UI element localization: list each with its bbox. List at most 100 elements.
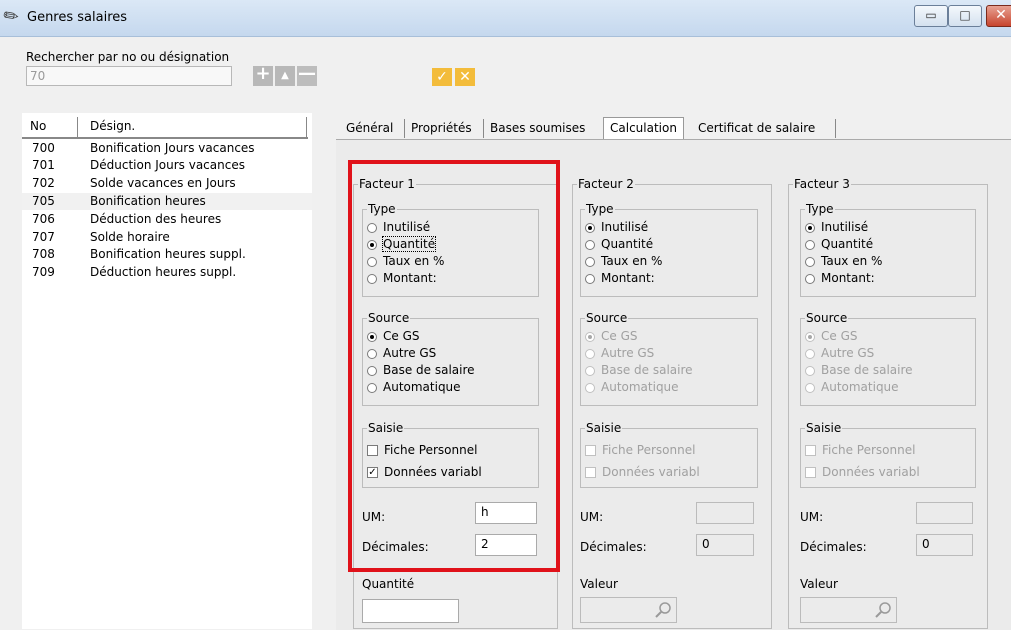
radio-icon [805, 365, 815, 376]
remove-button[interactable]: — [297, 63, 317, 86]
header-divider[interactable] [306, 117, 307, 137]
radio-icon [585, 382, 595, 393]
list-item[interactable]: 706 Déduction des heures [22, 211, 312, 228]
radio-base-salaire[interactable]: Base de salaire [805, 363, 913, 379]
triangle-up-icon: ▲ [281, 70, 289, 81]
radio-taux[interactable]: Taux en % [805, 254, 882, 270]
maximize-button[interactable]: □ [948, 5, 982, 27]
checkmark-icon: ✓ [436, 69, 448, 85]
item-no: 701 [32, 158, 55, 172]
decimales-label: Décimales: [800, 540, 867, 554]
group-title: Source [585, 311, 629, 325]
list-item[interactable]: 709 Déduction heures suppl. [22, 264, 312, 281]
item-no: 702 [32, 176, 55, 190]
tab-calculation[interactable]: Calculation [603, 117, 684, 139]
radio-quantite[interactable]: Quantité [805, 237, 873, 253]
radio-automatique[interactable]: Automatique [585, 380, 679, 396]
decimales-field[interactable]: 0 [916, 534, 973, 556]
valeur-field[interactable] [800, 597, 897, 623]
radio-icon [805, 256, 815, 267]
checkbox-donnees-variables[interactable]: Données variabl [585, 465, 700, 481]
radio-selected-icon [805, 331, 815, 342]
radio-autre-gs[interactable]: Autre GS [585, 346, 654, 362]
group-title: Saisie [805, 421, 843, 435]
radio-quantite[interactable]: Quantité [585, 237, 653, 253]
move-up-button[interactable]: ▲ [275, 66, 295, 86]
item-no: 705 [32, 194, 55, 208]
radio-montant[interactable]: Montant: [805, 271, 875, 287]
decimales-field[interactable]: 0 [696, 534, 754, 556]
cancel-button[interactable]: ✕ [455, 68, 475, 86]
radio-inutilise[interactable]: Inutilisé [805, 220, 868, 236]
close-button[interactable]: ✕ [986, 5, 1011, 27]
item-designation: Solde vacances en Jours [90, 176, 236, 190]
minimize-button[interactable]: ▭ [914, 5, 948, 27]
add-button[interactable]: + [253, 63, 273, 86]
list-item[interactable]: 707 Solde horaire [22, 229, 312, 246]
tab-proprietes[interactable]: Propriétés [411, 121, 472, 135]
maximize-icon: □ [959, 8, 971, 22]
column-header-designation[interactable]: Désign. [90, 119, 135, 133]
column-header-no[interactable]: No [30, 119, 46, 133]
list-item[interactable]: 702 Solde vacances en Jours [22, 175, 312, 192]
list-item[interactable]: 700 Bonification Jours vacances [22, 140, 312, 157]
tab-bases-soumises[interactable]: Bases soumises [490, 121, 585, 135]
radio-inutilise[interactable]: Inutilisé [585, 220, 648, 236]
um-field[interactable] [916, 502, 973, 524]
tab-divider [835, 119, 836, 138]
item-designation: Déduction des heures [90, 212, 222, 226]
valeur-field[interactable] [580, 597, 677, 623]
um-label: UM: [580, 510, 604, 524]
valeur-label: Valeur [800, 577, 838, 591]
item-no: 707 [32, 230, 55, 244]
list-header: No Désign. [22, 117, 312, 139]
tab-certificat-de-salaire[interactable]: Certificat de salaire [698, 121, 815, 135]
radio-ce-gs[interactable]: Ce GS [805, 329, 858, 345]
genres-list[interactable]: No Désign. 700 Bonification Jours vacance… [22, 113, 312, 629]
quantite-field[interactable] [362, 599, 459, 623]
radio-icon [585, 273, 595, 284]
item-no: 706 [32, 212, 55, 226]
facteur-3-saisie-group: Saisie Fiche Personnel Données variabl [800, 421, 976, 488]
radio-automatique[interactable]: Automatique [805, 380, 899, 396]
magnifier-icon[interactable] [654, 601, 672, 619]
radio-selected-icon [585, 222, 595, 233]
radio-icon [805, 273, 815, 284]
x-icon: ✕ [459, 69, 471, 85]
tab-general[interactable]: Général [346, 121, 393, 135]
checkbox-donnees-variables[interactable]: Données variabl [805, 465, 920, 481]
list-item-selected[interactable]: 705 Bonification heures [22, 193, 312, 210]
header-underline [22, 137, 308, 139]
list-item[interactable]: 708 Bonification heures suppl. [22, 246, 312, 263]
group-title: Saisie [585, 421, 623, 435]
item-no: 709 [32, 265, 55, 279]
facteur-2-saisie-group: Saisie Fiche Personnel Données variabl [580, 421, 758, 488]
tab-divider [483, 119, 484, 138]
radio-ce-gs[interactable]: Ce GS [585, 329, 638, 345]
decimales-label: Décimales: [580, 540, 647, 554]
item-designation: Bonification heures [90, 194, 206, 208]
radio-montant[interactable]: Montant: [585, 271, 655, 287]
search-input[interactable] [26, 66, 232, 86]
checkbox-fiche-personnel[interactable]: Fiche Personnel [805, 443, 915, 459]
checkbox-fiche-personnel[interactable]: Fiche Personnel [585, 443, 695, 459]
group-title: Source [805, 311, 849, 325]
radio-icon [805, 348, 815, 359]
facteur-title: Facteur 2 [577, 177, 635, 191]
radio-base-salaire[interactable]: Base de salaire [585, 363, 693, 379]
minimize-icon: ▭ [925, 8, 937, 22]
um-field[interactable] [696, 502, 754, 524]
item-designation: Déduction heures suppl. [90, 265, 237, 279]
radio-icon [585, 239, 595, 250]
pen-icon: ✎ [0, 3, 24, 30]
tab-bar: Général Propriétés Bases soumises Calcul… [340, 117, 840, 139]
list-item[interactable]: 701 Déduction Jours vacances [22, 157, 312, 174]
header-divider[interactable] [77, 117, 78, 137]
radio-icon [805, 239, 815, 250]
confirm-button[interactable]: ✓ [432, 68, 452, 86]
facteur-2-type-group: Type Inutilisé Quantité Taux en % Montan… [580, 202, 758, 297]
radio-taux[interactable]: Taux en % [585, 254, 662, 270]
magnifier-icon[interactable] [874, 601, 892, 619]
radio-autre-gs[interactable]: Autre GS [805, 346, 874, 362]
close-icon: ✕ [995, 7, 1007, 23]
